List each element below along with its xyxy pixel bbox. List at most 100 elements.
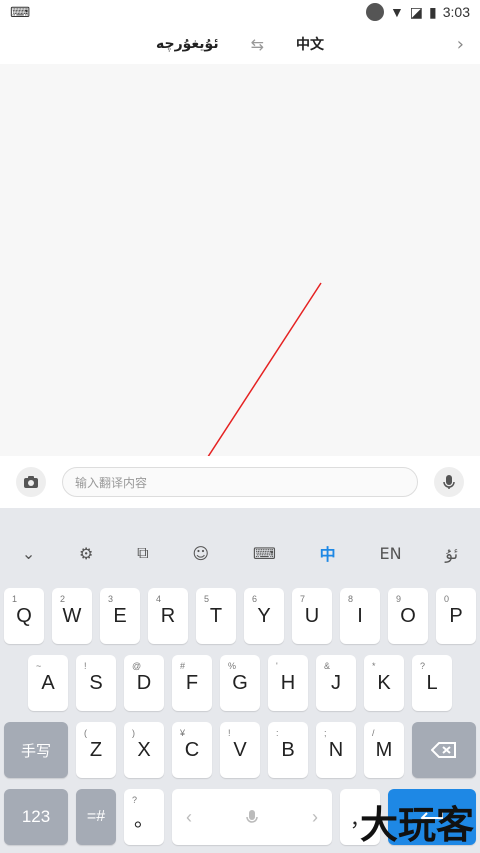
symbols-key[interactable]: =# bbox=[76, 789, 116, 845]
key-label: V bbox=[233, 738, 247, 761]
voice-button[interactable] bbox=[434, 467, 464, 497]
notification-dot-icon bbox=[365, 3, 384, 21]
numbers-key[interactable]: 123 bbox=[4, 789, 68, 845]
key-t[interactable]: 5T bbox=[196, 588, 236, 644]
key-e[interactable]: 3E bbox=[100, 588, 140, 644]
key-r[interactable]: 4R bbox=[148, 588, 188, 644]
key-m[interactable]: / M bbox=[364, 722, 404, 778]
key-label: W bbox=[62, 604, 82, 627]
key-f[interactable]: # F bbox=[172, 655, 212, 711]
collapse-keyboard-chevron-icon[interactable]: ⌄ bbox=[22, 544, 35, 563]
key-secondary-label: ( bbox=[84, 728, 87, 738]
key-a[interactable]: ~ A bbox=[28, 655, 68, 711]
period-key[interactable]: ? 。 bbox=[124, 789, 164, 845]
key-z[interactable]: (Z bbox=[76, 722, 116, 778]
key-secondary-label: 4 bbox=[156, 594, 162, 604]
key-label: R bbox=[160, 604, 176, 627]
camera-button[interactable] bbox=[16, 467, 46, 497]
emoji-icon[interactable]: ☺ bbox=[192, 544, 209, 563]
key-n[interactable]: ; N bbox=[316, 722, 356, 778]
watermark-logo: 大玩客 bbox=[359, 803, 474, 847]
key-secondary-label: 2 bbox=[60, 594, 66, 604]
key-label: U bbox=[304, 604, 320, 627]
key-j[interactable]: & J bbox=[316, 655, 356, 711]
language-header: ئۇيغۇرچە ⇆ 中文 › bbox=[0, 24, 480, 64]
space-key[interactable]: ‹ › bbox=[172, 789, 332, 845]
microphone-icon bbox=[443, 475, 455, 489]
key-secondary-label: ; bbox=[324, 728, 327, 738]
translation-content-area bbox=[0, 64, 480, 456]
key-secondary-label: % bbox=[228, 661, 237, 671]
keyboard: ⌄ ⚙ ⧉ ☺ ⌨ 中 EN ئۇ 1 Q 2 W 3 E 4 R 5 T 6 Y 7 U 8 I 9 O 0 P ~ A… bbox=[0, 508, 480, 853]
key-l[interactable]: ? L bbox=[412, 655, 452, 711]
key-x[interactable]: ) X bbox=[124, 722, 164, 778]
key-secondary-label: / bbox=[372, 728, 375, 738]
key-label: B bbox=[281, 738, 295, 761]
key-secondary-label: 0 bbox=[444, 594, 450, 604]
key-h[interactable]: ' H bbox=[268, 655, 308, 711]
key-c[interactable]: ¥ C bbox=[172, 722, 212, 778]
key-s[interactable]: ! S bbox=[76, 655, 116, 711]
source-language-button[interactable]: ئۇيغۇرچە bbox=[156, 36, 219, 52]
space-left-chevron-icon: ‹ bbox=[186, 806, 192, 827]
translate-input[interactable]: 输入翻译内容 bbox=[62, 467, 418, 497]
key-k[interactable]: * K bbox=[364, 655, 404, 711]
key-y[interactable]: 6Y bbox=[244, 588, 284, 644]
key-label: N bbox=[328, 738, 344, 761]
key-label: X bbox=[137, 738, 151, 761]
key-d[interactable]: @ D bbox=[124, 655, 164, 711]
key-secondary-label: : bbox=[276, 728, 279, 738]
uyghur-input-button[interactable]: ئۇ bbox=[445, 544, 458, 563]
key-i[interactable]: 8I bbox=[340, 588, 380, 644]
handwrite-key[interactable]: 手写 bbox=[4, 722, 68, 778]
key-u[interactable]: 7U bbox=[292, 588, 332, 644]
keyboard-status-icon: ⌨ bbox=[10, 3, 31, 20]
key-secondary-label: ? bbox=[420, 661, 426, 671]
battery-icon: ▮ bbox=[429, 3, 437, 20]
key-label: K bbox=[377, 671, 391, 694]
key-b[interactable]: :B bbox=[268, 722, 308, 778]
key-label: S bbox=[89, 671, 103, 694]
status-bar: ⌨ ▼ ◪ ▮ 3:03 bbox=[0, 0, 480, 24]
backspace-icon bbox=[431, 742, 456, 758]
key-g[interactable]: % G bbox=[220, 655, 260, 711]
space-right-chevron-icon: › bbox=[312, 806, 318, 827]
key-secondary-label: 1 bbox=[12, 594, 18, 604]
status-icons: ▼ ◪ ▮ 3:03 bbox=[365, 3, 470, 21]
key-secondary-label: 7 bbox=[300, 594, 306, 604]
keyboard-toolbar: ⌄ ⚙ ⧉ ☺ ⌨ 中 EN ئۇ bbox=[0, 522, 480, 584]
key-label: Q bbox=[16, 604, 32, 627]
key-secondary-label: * bbox=[372, 661, 376, 671]
key-label: O bbox=[400, 604, 416, 627]
key-label: T bbox=[209, 604, 223, 627]
key-v[interactable]: ! V bbox=[220, 722, 260, 778]
key-q[interactable]: 1Q bbox=[4, 588, 44, 644]
key-label: F bbox=[185, 671, 199, 694]
clipboard-icon[interactable]: ⧉ bbox=[137, 543, 148, 563]
key-label: M bbox=[375, 738, 393, 761]
key-secondary-label: ) bbox=[132, 728, 135, 738]
target-language-button[interactable]: 中文 bbox=[296, 34, 324, 54]
key-label: I bbox=[357, 604, 363, 627]
key-p[interactable]: 0P bbox=[436, 588, 476, 644]
key-label: Y bbox=[257, 604, 271, 627]
backspace-key[interactable] bbox=[412, 722, 476, 778]
key-label: G bbox=[232, 671, 248, 694]
settings-gear-icon[interactable]: ⚙ bbox=[79, 544, 93, 563]
swap-languages-icon[interactable]: ⇆ bbox=[251, 35, 264, 54]
key-secondary-label: ¥ bbox=[180, 728, 186, 738]
chinese-input-button[interactable]: 中 bbox=[320, 541, 336, 565]
key-w[interactable]: 2W bbox=[52, 588, 92, 644]
chevron-right-icon[interactable]: › bbox=[457, 34, 464, 55]
keyboard-layout-icon[interactable]: ⌨ bbox=[253, 544, 276, 563]
annotation-arrow bbox=[207, 282, 322, 456]
english-input-button[interactable]: EN bbox=[379, 544, 401, 563]
key-secondary-label: @ bbox=[132, 661, 142, 671]
no-sim-icon: ◪ bbox=[409, 3, 424, 20]
key-secondary-label: 6 bbox=[252, 594, 258, 604]
key-secondary-label: & bbox=[324, 661, 331, 671]
key-secondary-label: 9 bbox=[396, 594, 402, 604]
camera-icon bbox=[24, 476, 38, 488]
key-label: A bbox=[41, 671, 55, 694]
key-o[interactable]: 9O bbox=[388, 588, 428, 644]
